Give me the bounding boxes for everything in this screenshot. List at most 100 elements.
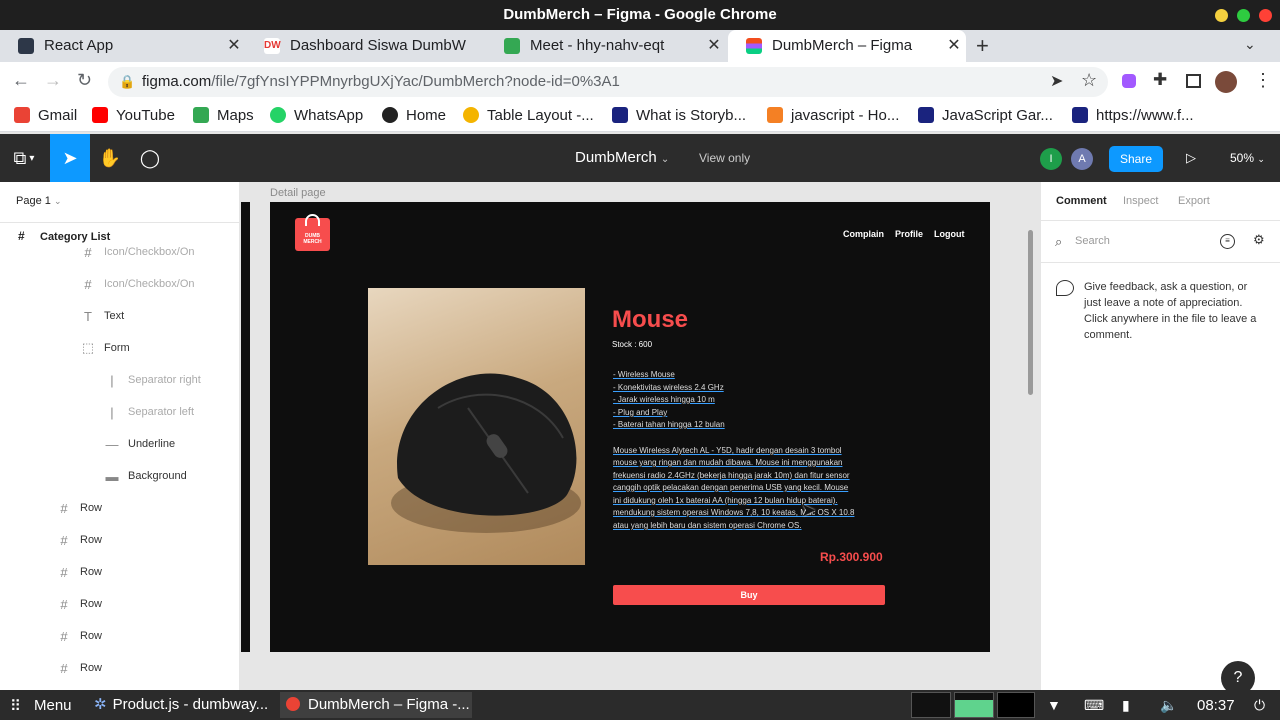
buy-button[interactable]: Buy [613,585,885,605]
puzzle-extensions-icon[interactable]: ✚ [1153,70,1167,90]
tab-dashboard-siswa[interactable]: DW Dashboard Siswa DumbW [246,30,486,62]
tab-inspect[interactable]: Inspect [1123,195,1158,207]
dumbways-favicon-icon: DW [264,38,281,54]
extension-icon[interactable] [1122,74,1136,88]
keyboard-icon[interactable]: ⌨ [1084,697,1104,714]
layer-item[interactable]: # Row [0,652,240,684]
layer-label: Form [104,342,130,354]
layer-item[interactable]: # Row [0,524,240,556]
file-name[interactable]: DumbMerch ⌄ [575,149,669,166]
bookmark-gmail[interactable]: Gmail [14,105,77,125]
tab-react-app[interactable]: React App ✕ [0,30,246,62]
close-tab-icon[interactable]: ✕ [702,30,726,62]
nav-profile[interactable]: Profile [895,229,923,239]
nav-complain[interactable]: Complain [843,229,884,239]
bookmark-stackoverflow[interactable]: javascript - Ho... [767,105,899,125]
filter-icon[interactable]: ≡ [1220,234,1235,249]
collaborator-avatar[interactable]: A [1071,148,1093,170]
tab-dumbmerch-figma[interactable]: DumbMerch – Figma ✕ [728,30,966,62]
back-arrow-icon[interactable]: ← [12,70,30,91]
layer-item[interactable]: # Row [0,556,240,588]
frame-grid-icon: # [60,564,68,580]
forward-arrow-icon[interactable]: → [44,70,62,91]
comment-search-input[interactable]: Search [1075,235,1110,247]
bookmark-home[interactable]: Home [382,105,446,125]
move-tool-icon[interactable]: ➤ [50,134,90,182]
tab-export[interactable]: Export [1178,195,1210,207]
layer-label: Row [80,662,103,674]
reload-icon[interactable]: ↻ [77,70,92,91]
maps-icon [193,107,209,123]
layer-label: Row [80,502,103,514]
canvas-scrollbar[interactable] [1028,230,1033,395]
taskbar-app-vscode[interactable]: ✲ Product.js - dumbway... [86,692,278,718]
profile-avatar[interactable] [1215,71,1237,93]
divider [0,222,240,223]
close-window-button[interactable] [1259,9,1272,22]
wifi-icon[interactable]: ▼ [1047,697,1061,713]
bookmark-maps[interactable]: Maps [193,105,254,125]
close-tab-icon[interactable]: ✕ [222,30,246,62]
zoom-dropdown[interactable]: 50% ⌄ [1230,151,1265,165]
layer-item[interactable]: ▬ Background [0,460,240,492]
frame-grid-icon: # [60,500,68,516]
share-button[interactable]: Share [1109,146,1163,172]
bookmark-whatsapp[interactable]: WhatsApp [270,105,363,125]
nav-logout[interactable]: Logout [934,229,965,239]
bookmark-label: What is Storyb... [636,106,747,124]
bookmark-youtube[interactable]: YouTube [92,105,175,125]
maximize-button[interactable] [1237,9,1250,22]
comments-panel [1040,182,1280,690]
new-tab-plus-icon[interactable]: + [976,33,989,59]
send-icon[interactable]: ➤ [1050,71,1063,91]
tab-search-chevron-icon[interactable]: ⌄ [1244,36,1256,53]
bookmark-url[interactable]: https://www.f... [1072,105,1194,125]
bookmark-table-layout[interactable]: Table Layout -... [463,105,594,125]
frame-grid-icon: # [60,596,68,612]
layer-item[interactable]: # Row [0,588,240,620]
site-icon [612,107,628,123]
layer-item[interactable]: # Icon/Checkbox/On [0,268,240,300]
bookmark-javascript-garden[interactable]: JavaScript Gar... [918,105,1053,125]
tab-meet[interactable]: Meet - hhy-nahv-eqt ✕ [486,30,726,62]
lock-icon[interactable]: 🔒 [119,74,135,90]
volume-icon[interactable]: 🔈 [1160,697,1177,714]
apps-grid-icon[interactable]: ⠿ [10,697,21,715]
layer-item[interactable]: — Underline [0,428,240,460]
collaborator-avatar[interactable]: I [1040,148,1062,170]
layer-item[interactable]: # Icon/Checkbox/On [0,236,240,268]
layer-item[interactable]: T Text [0,300,240,332]
shape-layer-icon: | [110,404,114,420]
frame-label[interactable]: Detail page [270,187,326,199]
layer-item[interactable]: # Row [0,620,240,652]
bookmark-label: Home [406,106,447,124]
tab-comment[interactable]: Comment [1056,195,1107,207]
bookmark-storybook[interactable]: What is Storyb... [612,105,746,125]
tab-label: DumbMerch – Figma [772,37,913,54]
start-menu-label[interactable]: Menu [34,697,72,714]
layer-label: Separator right [128,374,201,386]
settings-sliders-icon[interactable]: ⚙ [1253,232,1265,248]
power-icon[interactable]: ⏻ [1254,697,1265,714]
chrome-menu-icon[interactable]: ⋮ [1254,70,1272,91]
figma-favicon-icon [746,38,762,54]
page-selector[interactable]: Page 1 ⌄ [16,195,61,207]
shape-layer-icon: ▬ [105,468,119,484]
present-play-icon[interactable]: ▷ [1186,150,1196,166]
chrome-icon [286,697,300,711]
hand-tool-icon[interactable]: ✋ [90,134,130,182]
layer-item[interactable]: | Separator left [0,396,240,428]
bookmark-star-icon[interactable]: ☆ [1081,70,1097,91]
url-text[interactable]: figma.com/file/7gfYnsIYPPMnyrbgUXjYac/Du… [142,73,620,90]
minimize-button[interactable] [1215,9,1228,22]
layer-item[interactable]: | Separator right [0,364,240,396]
close-tab-icon[interactable]: ✕ [942,30,966,62]
comment-tool-icon[interactable]: ◯ [130,134,170,182]
layer-item[interactable]: # Row [0,492,240,524]
battery-icon[interactable]: ▮ [1122,697,1130,714]
taskbar-app-chrome[interactable]: DumbMerch – Figma -... [280,692,472,718]
figma-menu-icon[interactable]: ⧉ ▾ [6,134,42,182]
layer-item[interactable]: ⬚ Form [0,332,240,364]
side-panel-icon[interactable] [1186,74,1201,88]
bag-handle-icon [305,214,320,226]
